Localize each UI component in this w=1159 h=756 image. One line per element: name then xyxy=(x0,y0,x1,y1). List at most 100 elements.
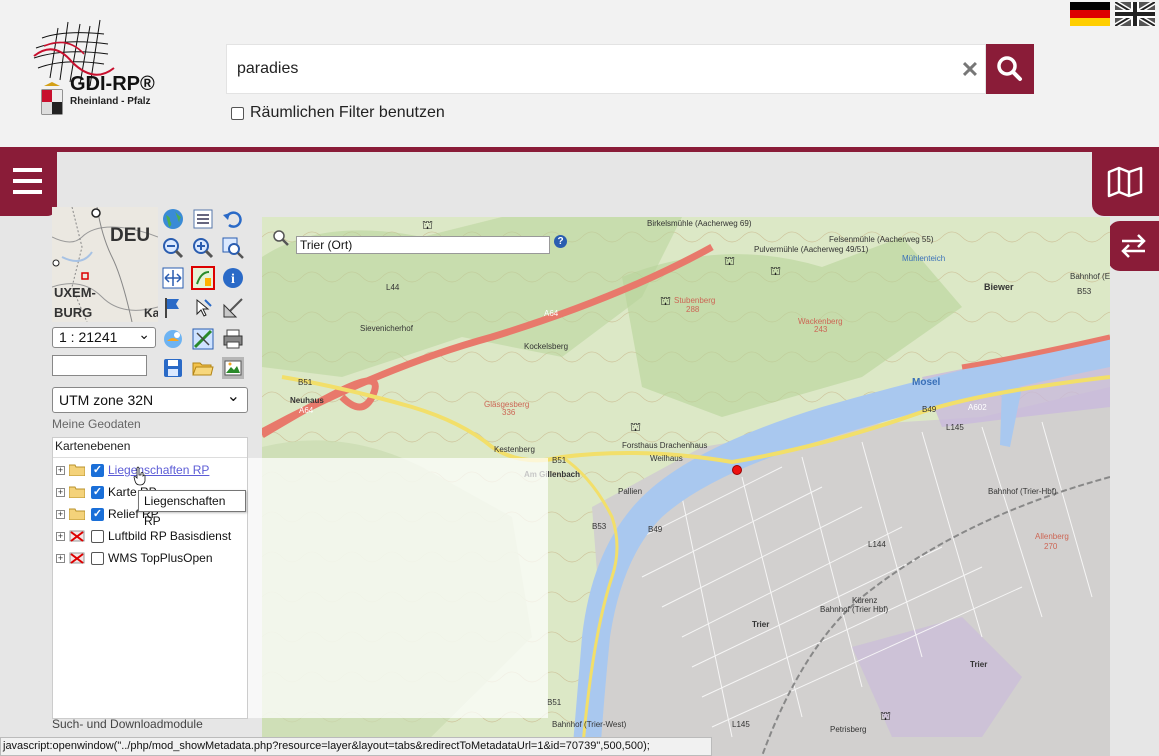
clear-search-button[interactable]: ✕ xyxy=(958,58,982,82)
landmark-icon: ⛫ xyxy=(880,709,891,723)
map-label: Neuhaus xyxy=(290,396,324,405)
map-label: B51 xyxy=(298,378,313,387)
search-input[interactable] xyxy=(227,45,947,93)
measure-icon[interactable] xyxy=(221,296,245,320)
layer-row[interactable]: + Luftbild RP Basisdienst xyxy=(53,526,231,546)
spatial-filter[interactable]: Räumlichen Filter benutzen xyxy=(231,104,445,122)
folder-icon xyxy=(69,486,85,498)
map-label: Petrisberg xyxy=(830,725,866,734)
map-label: L145 xyxy=(946,423,964,432)
expand-icon[interactable]: + xyxy=(56,553,65,563)
broken-layer-icon xyxy=(69,552,85,564)
map-label: A602 xyxy=(968,403,987,412)
map-label: A64 xyxy=(299,406,314,415)
overview-label-deu: DEU xyxy=(110,225,150,246)
map-label: Mühlenteich xyxy=(902,254,945,263)
layer-label[interactable]: Liegenschaften RP xyxy=(108,463,209,477)
overview-map[interactable]: DEU UXEM- BURG Ka xyxy=(52,207,158,322)
layer-label[interactable]: Luftbild RP Basisdienst xyxy=(108,529,231,543)
map-search-input[interactable]: Trier (Ort) xyxy=(296,236,550,254)
spatial-filter-checkbox[interactable] xyxy=(231,106,244,120)
landmark-icon: ⛫ xyxy=(630,420,641,434)
crs-select[interactable]: UTM zone 32N xyxy=(52,385,248,413)
expand-icon[interactable]: + xyxy=(56,509,65,519)
header-divider xyxy=(0,147,1159,152)
folder-icon xyxy=(69,508,85,520)
save-icon[interactable] xyxy=(161,356,185,380)
layer-checkbox[interactable] xyxy=(91,529,104,543)
logo-subtitle: Rheinland - Pfalz xyxy=(70,96,151,107)
zoom-out-icon[interactable] xyxy=(161,236,185,260)
svg-text:i: i xyxy=(231,272,235,287)
landmark-icon: ⛫ xyxy=(724,254,735,268)
landmark-icon: ⛫ xyxy=(660,294,671,308)
search-box xyxy=(226,44,986,94)
image-export-icon[interactable] xyxy=(221,356,245,380)
info-icon[interactable]: i xyxy=(221,266,245,290)
open-folder-icon[interactable] xyxy=(191,356,215,380)
feature-info-icon[interactable] xyxy=(191,266,215,290)
map-label: Felsenmühle (Aacherweg 55) xyxy=(829,235,934,244)
map-label: Kestenberg xyxy=(494,445,535,454)
map-label: 270 xyxy=(1044,542,1058,551)
menu-button[interactable] xyxy=(0,152,57,216)
map-label: Pulvermühle (Aacherweg 49/51) xyxy=(754,245,869,254)
map-label: Trier xyxy=(752,620,769,629)
zoom-in-icon[interactable] xyxy=(191,236,215,260)
map-tab-button[interactable] xyxy=(1092,152,1159,216)
expand-icon[interactable]: + xyxy=(56,465,65,475)
select-pointer-icon[interactable] xyxy=(191,296,215,320)
overview-label-burg: BURG xyxy=(54,305,92,320)
download-modules-label[interactable]: Such- und Downloadmodule xyxy=(52,717,203,731)
overview-label-luxem: UXEM- xyxy=(54,285,96,300)
gdi-rp-logo[interactable]: GDI-RP® Rheinland - Pfalz xyxy=(24,18,174,128)
broken-layer-icon xyxy=(69,530,85,542)
map-search-icon[interactable] xyxy=(270,228,292,248)
search-places-icon[interactable] xyxy=(161,327,185,351)
map-label: Bahnhof (Trier-Hbf) xyxy=(988,487,1057,496)
coordinate-input[interactable] xyxy=(52,355,147,376)
map-label: Bahnhof (Ehrang) xyxy=(1070,272,1110,281)
map-label: Bahnhof (Trier-West) xyxy=(552,720,627,729)
map-label: A64 xyxy=(544,309,559,318)
hamburger-icon xyxy=(13,168,42,194)
globe-icon[interactable] xyxy=(161,207,185,231)
overview-label-ka: Ka xyxy=(144,306,158,320)
map-label: Bahnhof (Trier Hbf) xyxy=(820,605,889,614)
map-label: Pallien xyxy=(618,487,642,496)
help-icon[interactable]: ? xyxy=(554,235,567,248)
expand-icon[interactable]: + xyxy=(56,531,65,541)
layer-label[interactable]: WMS TopPlusOpen xyxy=(108,551,213,565)
map-label: Kockelsberg xyxy=(524,342,568,351)
undo-icon[interactable] xyxy=(221,207,245,231)
layer-checkbox[interactable] xyxy=(91,463,104,477)
coat-of-arms-icon xyxy=(41,82,63,115)
search-button[interactable] xyxy=(986,44,1034,94)
list-icon[interactable] xyxy=(191,207,215,231)
german-flag-icon[interactable] xyxy=(1070,2,1110,26)
layer-checkbox[interactable] xyxy=(91,551,104,565)
print-icon[interactable] xyxy=(221,327,245,351)
hand-cursor-icon xyxy=(133,466,146,486)
scale-select[interactable]: 1 : 21241 xyxy=(52,325,156,348)
expand-icon[interactable]: + xyxy=(56,487,65,497)
digitize-icon[interactable] xyxy=(191,327,215,351)
layer-checkbox[interactable] xyxy=(91,507,104,521)
swap-tab-button[interactable] xyxy=(1108,221,1159,271)
layer-checkbox[interactable] xyxy=(91,485,104,499)
full-extent-icon[interactable] xyxy=(161,266,185,290)
zoom-box-icon[interactable] xyxy=(221,236,245,260)
map-label: B53 xyxy=(592,522,607,531)
map-label: B53 xyxy=(1077,287,1092,296)
map-label: Weilhaus xyxy=(650,454,683,463)
flag-icon[interactable] xyxy=(161,296,185,320)
english-flag-icon[interactable] xyxy=(1115,2,1155,26)
layer-row[interactable]: + WMS TopPlusOpen xyxy=(53,548,213,568)
map-label: Sievenicherhof xyxy=(360,324,414,333)
map-label: Kürenz xyxy=(852,596,877,605)
map-label: Stubenberg xyxy=(674,296,715,305)
map-label: L144 xyxy=(868,540,886,549)
landmark-icon: ⛫ xyxy=(770,264,781,278)
map-label: Allenberg xyxy=(1035,532,1069,541)
map-label: B51 xyxy=(552,456,567,465)
